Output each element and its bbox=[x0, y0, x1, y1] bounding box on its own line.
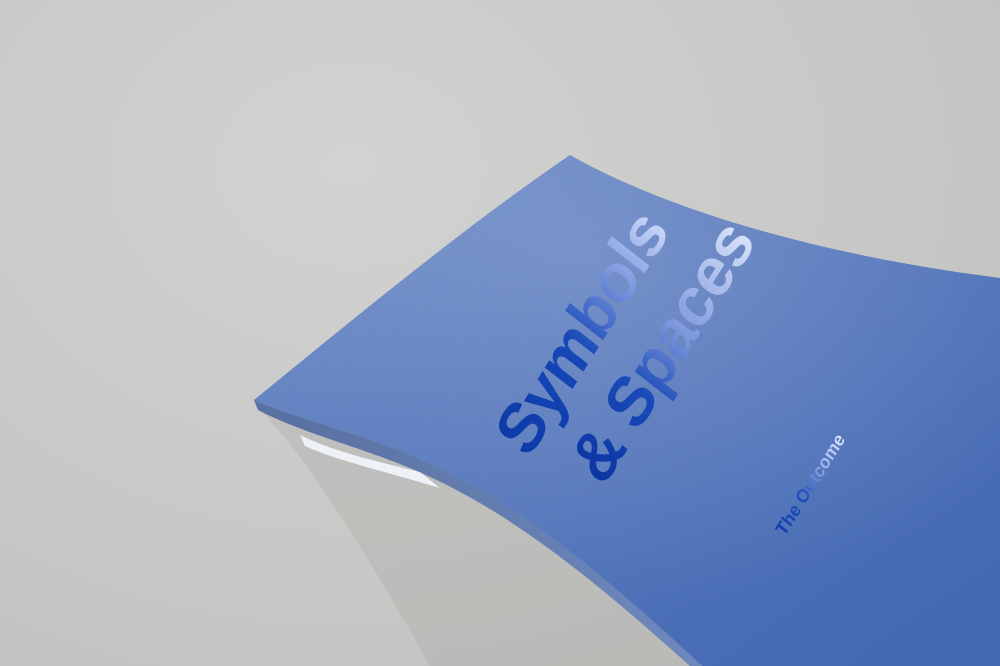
booklet-cover-sheen bbox=[254, 155, 1000, 666]
booklet bbox=[254, 155, 1000, 666]
photo-scene: Symbols & Spaces The Outcome bbox=[0, 0, 1000, 666]
